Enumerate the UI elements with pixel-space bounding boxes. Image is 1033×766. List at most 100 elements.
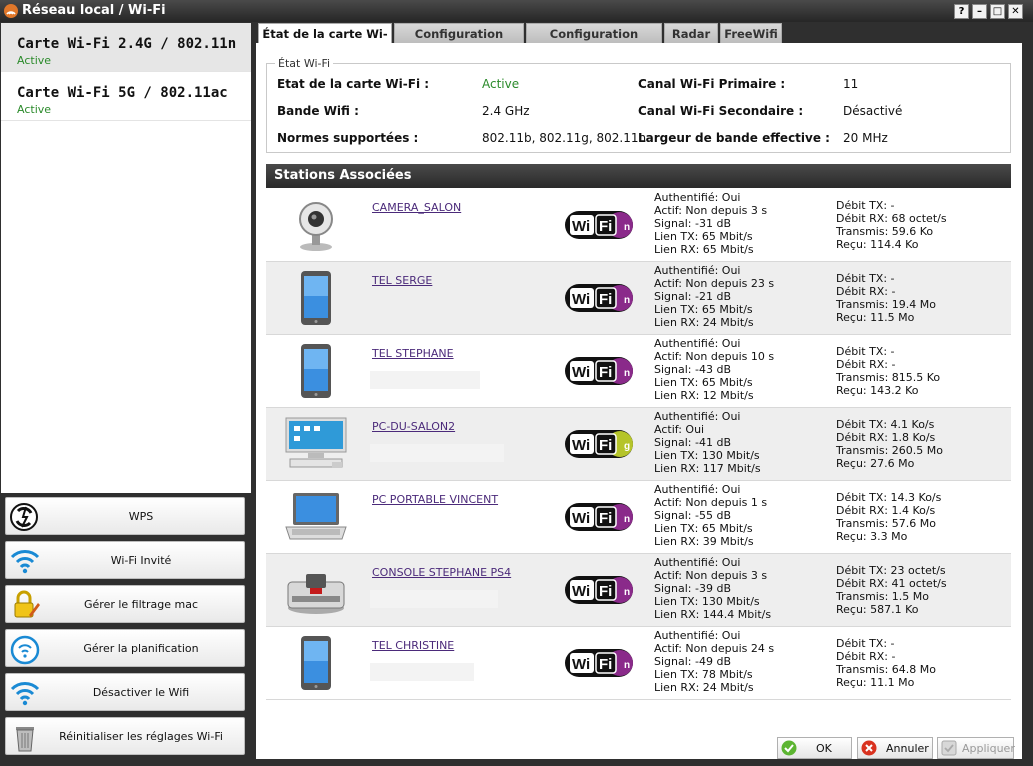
lienrx-line: Lien RX: 65 Mbit/s (654, 243, 754, 256)
card-item-5g[interactable]: Carte Wi-Fi 5G / 802.11ac Active (1, 72, 251, 121)
station-link-info: Authentifié: Oui Actif: Non depuis 1 s Sig… (654, 483, 767, 548)
signal-line: Signal: -55 dB (654, 509, 731, 522)
debitrx-line: Débit RX: 41 octet/s (836, 577, 947, 590)
wifi-standard-letter: n (624, 222, 630, 233)
phone-icon (284, 343, 348, 399)
auth-line: Authentifié: Oui (654, 629, 741, 642)
minimize-button[interactable]: – (972, 4, 987, 19)
lienrx-line: Lien RX: 24 Mbit/s (654, 316, 754, 329)
station-traffic-info: Débit TX: 23 octet/s Débit RX: 41 octet/s… (836, 564, 947, 616)
signal-line: Signal: -41 dB (654, 436, 731, 449)
auth-line: Authentifié: Oui (654, 410, 741, 423)
wps-button[interactable]: WPS (5, 497, 245, 535)
cancel-button[interactable]: Annuler (857, 737, 933, 759)
mac-filter-button[interactable]: Gérer le filtrage mac (5, 585, 245, 623)
wifi-standard-badge: Wi Fi n (564, 210, 634, 240)
debitrx-line: Débit RX: 1.8 Ko/s (836, 431, 936, 444)
lienrx-line: Lien RX: 117 Mbit/s (654, 462, 761, 475)
tab-config-reseau[interactable]: Configuration Réseau (526, 23, 662, 61)
transmis-line: Transmis: 260.5 Mo (836, 444, 943, 457)
webcam-icon (284, 197, 348, 253)
window-title: Réseau local / Wi-Fi (22, 3, 166, 18)
card-status: Active (17, 54, 52, 67)
signal-line: Signal: -49 dB (654, 655, 731, 668)
normes-label: Normes supportées : (277, 131, 419, 145)
reset-wifi-label: Réinitialiser les réglages Wi-Fi (59, 730, 223, 743)
debitrx-line: Débit RX: - (836, 358, 896, 371)
card-status: Active (17, 103, 52, 116)
tab-radar[interactable]: Radar (664, 23, 718, 43)
ok-label: OK (816, 742, 832, 755)
check-icon (781, 740, 797, 756)
debitrx-line: Débit RX: - (836, 650, 896, 663)
help-button[interactable]: ? (954, 4, 969, 19)
transmis-line: Transmis: 57.6 Mo (836, 517, 936, 530)
actif-line: Actif: Non depuis 10 s (654, 350, 775, 363)
schedule-label: Gérer la planification (83, 642, 199, 655)
station-name-link[interactable]: TEL CHRISTINE (372, 639, 454, 652)
apply-button[interactable]: Appliquer (937, 737, 1015, 759)
svg-text:Wi: Wi (572, 218, 590, 235)
svg-text:Fi: Fi (599, 510, 612, 527)
svg-text:Wi: Wi (572, 656, 590, 673)
cancel-icon (861, 740, 877, 756)
clock-wifi-icon (10, 635, 40, 665)
phone-icon (284, 270, 348, 326)
canal1-value: 11 (843, 77, 859, 91)
tab-config-radio[interactable]: Configuration Radio (394, 23, 524, 61)
station-name-link[interactable]: TEL STEPHANE (372, 347, 454, 360)
card-item-24g[interactable]: Carte Wi-Fi 2.4G / 802.11n Active (1, 23, 251, 72)
wifi-icon (10, 682, 40, 706)
recu-line: Reçu: 11.5 Mo (836, 311, 915, 324)
largeur-label: Largeur de bande effective : (638, 131, 830, 145)
trash-icon (16, 727, 34, 752)
actif-line: Actif: Oui (654, 423, 705, 436)
guest-wifi-button[interactable]: Wi-Fi Invité (5, 541, 245, 579)
canal2-label: Canal Wi-Fi Secondaire : (638, 104, 804, 118)
lientx-line: Lien TX: 65 Mbit/s (654, 230, 753, 243)
maximize-button[interactable]: □ (990, 4, 1005, 19)
card-name: Carte Wi-Fi 2.4G / 802.11n (17, 36, 237, 52)
station-traffic-info: Débit TX: - Débit RX: - Transmis: 64.8 Mo R… (836, 637, 936, 689)
close-button[interactable]: ✕ (1008, 4, 1023, 19)
recu-line: Reçu: 3.3 Mo (836, 530, 908, 543)
lienrx-line: Lien RX: 39 Mbit/s (654, 535, 754, 548)
actif-line: Actif: Non depuis 23 s (654, 277, 775, 290)
debitrx-line: Débit RX: - (836, 285, 896, 298)
station-name-link[interactable]: TEL SERGE (372, 274, 432, 287)
debitrx-line: Débit RX: 68 octet/s (836, 212, 947, 225)
station-name-link[interactable]: CAMERA_SALON (372, 201, 461, 214)
ok-button[interactable]: OK (777, 737, 852, 759)
debittx-line: Débit TX: 23 octet/s (836, 564, 946, 577)
station-traffic-info: Débit TX: - Débit RX: - Transmis: 19.4 Mo R… (836, 272, 936, 324)
station-row: PC PORTABLE VINCENT Wi Fi n Authentifié: Oui… (266, 481, 1011, 554)
transmis-line: Transmis: 1.5 Mo (836, 590, 929, 603)
canal2-value: Désactivé (843, 104, 903, 118)
signal-line: Signal: -21 dB (654, 290, 731, 303)
auth-line: Authentifié: Oui (654, 483, 741, 496)
signal-line: Signal: -31 dB (654, 217, 731, 230)
svg-text:Wi: Wi (572, 437, 590, 454)
debittx-line: Débit TX: - (836, 199, 895, 212)
disable-wifi-button[interactable]: Désactiver le Wifi (5, 673, 245, 711)
tab-etat[interactable]: État de la carte Wi-Fi (258, 23, 392, 61)
wifi-standard-letter: n (624, 587, 630, 598)
wifi-standard-badge: Wi Fi g (564, 429, 634, 459)
station-name-link[interactable]: PC-DU-SALON2 (372, 420, 455, 433)
reset-wifi-button[interactable]: Réinitialiser les réglages Wi-Fi (5, 717, 245, 755)
wifi-standard-badge: Wi Fi n (564, 648, 634, 678)
title-bar: Réseau local / Wi-Fi ? – □ ✕ (0, 0, 1033, 22)
station-name-link[interactable]: PC PORTABLE VINCENT (372, 493, 498, 506)
tab-freewifi[interactable]: FreeWifi (720, 23, 782, 43)
phone-icon (284, 635, 348, 691)
svg-text:Fi: Fi (599, 364, 612, 381)
schedule-button[interactable]: Gérer la planification (5, 629, 245, 667)
apply-icon (941, 740, 957, 756)
station-row: TEL SERGE Wi Fi n Authentifié: Oui Actif: Non… (266, 262, 1011, 335)
disable-wifi-label: Désactiver le Wifi (92, 686, 190, 699)
lientx-line: Lien TX: 78 Mbit/s (654, 668, 753, 681)
station-name-link[interactable]: CONSOLE STEPHANE PS4 (372, 566, 511, 579)
cancel-label: Annuler (886, 742, 929, 755)
lienrx-line: Lien RX: 144.4 Mbit/s (654, 608, 772, 621)
wifi-standard-badge: Wi Fi n (564, 356, 634, 386)
